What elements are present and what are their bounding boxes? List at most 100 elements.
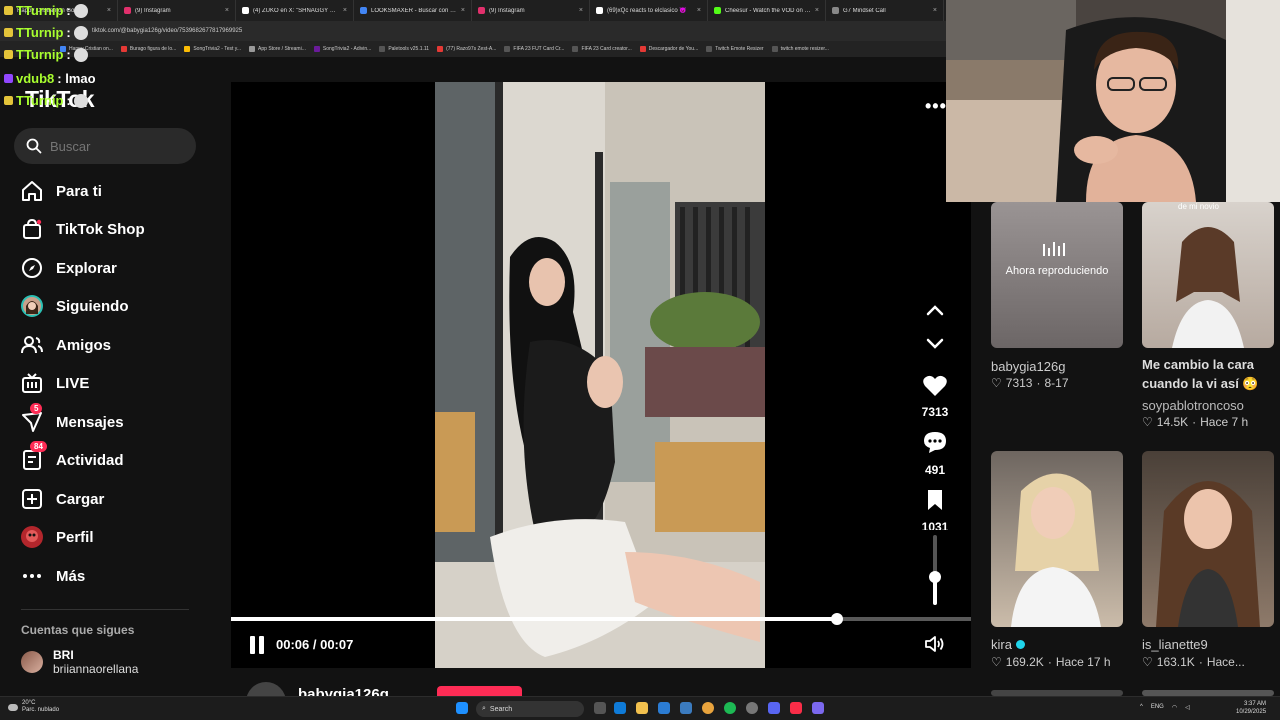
compass-icon bbox=[20, 256, 44, 280]
bookmark-item[interactable]: Paletools v25.1.11 bbox=[379, 46, 429, 52]
tab-close-icon[interactable]: × bbox=[579, 7, 583, 14]
like-heart-icon[interactable] bbox=[922, 374, 948, 403]
feed-caption[interactable]: Me cambio la cara bbox=[1142, 357, 1254, 372]
browser-tab[interactable]: (9) Instagram × bbox=[118, 0, 236, 21]
browser-tab[interactable]: G7 Mindset Call × bbox=[826, 0, 944, 21]
notification-badge: 84 bbox=[30, 441, 47, 452]
teams-icon[interactable] bbox=[812, 702, 824, 714]
nav-item[interactable]: Cargar bbox=[20, 484, 104, 514]
nav-label: Actividad bbox=[56, 451, 124, 469]
feed-username[interactable]: soypablotroncoso bbox=[1142, 398, 1244, 413]
windows-start-icon[interactable] bbox=[456, 702, 468, 714]
task-view-icon[interactable] bbox=[594, 702, 606, 714]
edge-icon[interactable] bbox=[614, 702, 626, 714]
feed-caption-line2[interactable]: cuando la vi así 😳 bbox=[1142, 376, 1259, 392]
browser-tab[interactable]: Cheesur - Watch the VOD on K... × bbox=[708, 0, 826, 21]
live-icon bbox=[20, 371, 44, 395]
nav-item[interactable]: TikTok Shop bbox=[20, 214, 145, 244]
tab-close-icon[interactable]: × bbox=[815, 7, 819, 14]
dot-separator: · bbox=[1192, 415, 1197, 429]
author-name[interactable]: babygia126g bbox=[298, 686, 389, 696]
more-options-icon[interactable]: ••• bbox=[925, 96, 947, 117]
system-tray[interactable]: ^ ENG ◠ ◁ bbox=[1140, 704, 1190, 711]
nav-item[interactable]: Perfil bbox=[20, 522, 94, 552]
bookmark-label: Twitch Emote Resizer bbox=[715, 46, 764, 52]
feed-card-3[interactable] bbox=[991, 451, 1123, 627]
taskbar-search[interactable]: ⌕ Search bbox=[476, 701, 584, 717]
pause-button[interactable] bbox=[250, 636, 266, 654]
feed-card-4[interactable] bbox=[1142, 451, 1274, 627]
chrome-icon[interactable] bbox=[702, 702, 714, 714]
heart-outline-icon: ♡ bbox=[1142, 655, 1153, 669]
progress-knob[interactable] bbox=[831, 613, 844, 625]
volume-slider[interactable] bbox=[929, 535, 941, 605]
dot-separator: · bbox=[1198, 655, 1203, 669]
tab-close-icon[interactable]: × bbox=[225, 7, 229, 14]
browser-tab[interactable]: LOOKSMAXER - Buscar con Go... × bbox=[354, 0, 472, 21]
following-account[interactable]: BRI briiannaorellana bbox=[21, 648, 138, 676]
bookmark-item[interactable]: twitch emote resizer... bbox=[771, 46, 829, 52]
nav-item[interactable]: Para ti bbox=[20, 176, 102, 206]
bookmark-label: (77) Razo97s Zest-A... bbox=[446, 46, 497, 52]
nav-item[interactable]: Más bbox=[20, 561, 85, 591]
tab-close-icon[interactable]: × bbox=[697, 7, 701, 14]
tab-close-icon[interactable]: × bbox=[461, 7, 465, 14]
file-explorer-icon[interactable] bbox=[636, 702, 648, 714]
spotify-icon[interactable] bbox=[724, 702, 736, 714]
bookmark-item[interactable]: App Store / Streami... bbox=[249, 46, 306, 52]
volume-knob[interactable] bbox=[929, 571, 941, 583]
author-avatar[interactable] bbox=[246, 682, 286, 696]
search-input[interactable] bbox=[50, 138, 180, 154]
nav-item[interactable]: Amigos bbox=[20, 330, 111, 360]
video-progress-bar[interactable] bbox=[231, 613, 971, 625]
bookmark-item[interactable]: Burago figura de lo... bbox=[120, 46, 176, 52]
feed-card-playing[interactable]: Ahora reproduciendo bbox=[991, 202, 1123, 348]
search-box[interactable] bbox=[14, 128, 196, 164]
feed-user-row[interactable]: kira bbox=[991, 637, 1025, 652]
chevron-up-icon[interactable] bbox=[922, 300, 948, 325]
nav-label: Más bbox=[56, 567, 86, 585]
following-avatar-icon bbox=[20, 294, 44, 318]
time-separator: / bbox=[309, 637, 321, 652]
discord-icon[interactable] bbox=[768, 702, 780, 714]
browser-tab[interactable]: (4) ZUKO en X: "SHNAGGY CR... × bbox=[236, 0, 354, 21]
nav-item[interactable]: 5 Mensajes bbox=[20, 403, 124, 437]
feed-card-2[interactable]: de mi novio bbox=[1142, 202, 1274, 348]
bookmark-item[interactable]: Twitch Emote Resizer bbox=[706, 46, 764, 52]
tab-close-icon[interactable]: × bbox=[107, 7, 111, 14]
weather-cloud-icon bbox=[8, 703, 18, 711]
video-frame[interactable] bbox=[435, 82, 765, 668]
comment-count: 491 bbox=[924, 463, 946, 477]
store-icon[interactable] bbox=[658, 702, 670, 714]
follow-button[interactable] bbox=[437, 686, 522, 696]
feed-username[interactable]: is_lianette9 bbox=[1142, 637, 1208, 652]
nav-item[interactable]: 84 Actividad bbox=[20, 441, 124, 475]
nav-item[interactable]: Siguiendo bbox=[20, 291, 129, 321]
bookmark-item[interactable]: SongTrivia2 - Adivin... bbox=[313, 46, 371, 52]
nav-item[interactable]: LIVE bbox=[20, 368, 89, 398]
browser-tab[interactable]: (9) Instagram × bbox=[472, 0, 590, 21]
music-icon[interactable] bbox=[790, 702, 802, 714]
avatar bbox=[21, 651, 43, 673]
tab-close-icon[interactable]: × bbox=[343, 7, 347, 14]
address-bar[interactable]: tiktok.com/@babygia126g/video/7539682677… bbox=[0, 21, 946, 41]
bookmark-item[interactable]: Descargador de You... bbox=[639, 46, 698, 52]
obs-icon[interactable] bbox=[746, 702, 758, 714]
mail-icon[interactable] bbox=[680, 702, 692, 714]
chevron-down-icon[interactable] bbox=[922, 334, 948, 359]
browser-tab[interactable]: (69)xQc reacts to elclasico 😈 × bbox=[590, 0, 708, 21]
chat-text: : bbox=[66, 25, 71, 40]
taskbar-clock[interactable]: 3:37 AM 10/29/2025 bbox=[1236, 700, 1266, 716]
feed-username[interactable]: babygia126g bbox=[991, 359, 1065, 374]
webcam-image bbox=[946, 0, 1280, 202]
comment-icon[interactable] bbox=[922, 430, 948, 459]
bookmark-item[interactable]: SongTrivia2 - Test y... bbox=[184, 46, 241, 52]
nav-item[interactable]: Explorar bbox=[20, 253, 117, 283]
bookmark-item[interactable]: FIFA 23 FUT Card Cr... bbox=[504, 46, 564, 52]
volume-speaker-icon[interactable] bbox=[924, 634, 946, 659]
bookmark-icon[interactable] bbox=[922, 488, 948, 517]
bookmark-item[interactable]: FIFA 23 Card creator... bbox=[572, 46, 632, 52]
weather-widget[interactable]: 20°C Parc. nublado bbox=[8, 700, 59, 714]
tab-close-icon[interactable]: × bbox=[933, 7, 937, 14]
bookmark-item[interactable]: (77) Razo97s Zest-A... bbox=[437, 46, 496, 52]
